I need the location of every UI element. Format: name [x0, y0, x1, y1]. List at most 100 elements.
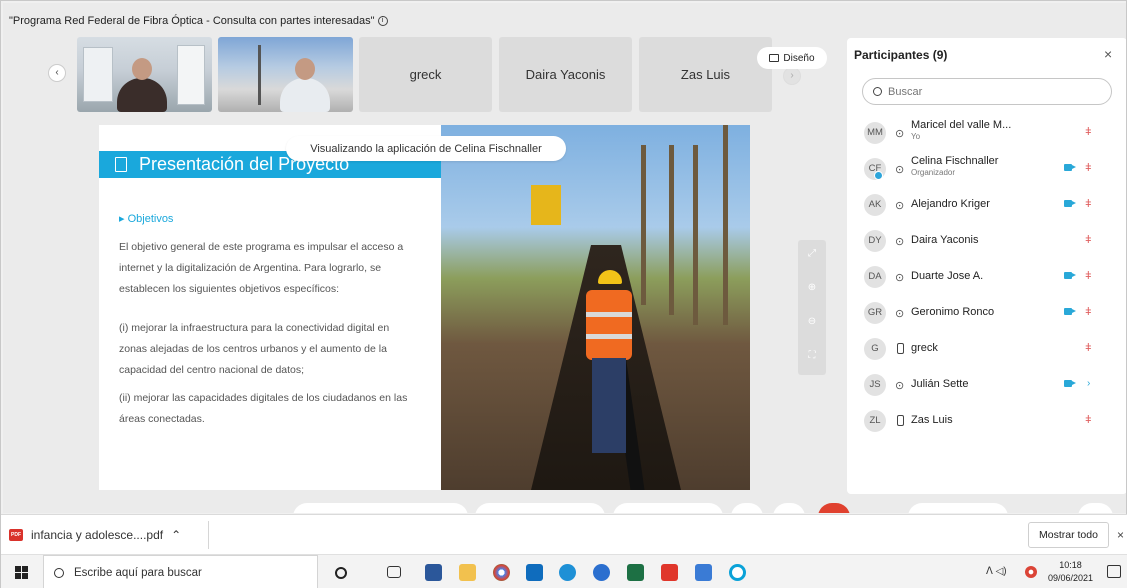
document-icon — [115, 157, 127, 172]
shared-slide: Presentación del Proyecto ▸ Objetivos El… — [99, 125, 750, 490]
show-all-button[interactable]: Mostrar todo — [1028, 522, 1109, 548]
muted-mic-icon[interactable]: ǂ — [1085, 162, 1091, 174]
headset-icon: ⊙ — [895, 272, 905, 284]
participant-row[interactable]: GR ⊙ Geronimo Ronco ǂ — [861, 298, 1111, 328]
participant-row[interactable]: ZL Zas Luis ǂ — [861, 406, 1111, 436]
notification-icon[interactable] — [1107, 565, 1121, 578]
toolbar-more-button[interactable] — [908, 503, 1008, 513]
chevron-up-icon[interactable]: ⌃ — [171, 528, 181, 542]
toolbar-participants-button[interactable] — [731, 503, 763, 513]
headset-icon: ⊙ — [895, 308, 905, 320]
toolbar-share-button[interactable] — [613, 503, 723, 513]
word-icon[interactable] — [425, 564, 442, 581]
muted-mic-icon[interactable]: ǂ — [1085, 198, 1091, 210]
chrome-tray-icon[interactable] — [1025, 566, 1037, 578]
tile-name: Zas Luis — [680, 67, 731, 82]
participant-row[interactable]: CF ⊙ Celina Fischnaller Organizador ǂ — [861, 154, 1111, 184]
participant-search[interactable] — [862, 78, 1112, 105]
headset-icon: ⊙ — [895, 200, 905, 212]
muted-mic-icon[interactable]: ǂ — [1085, 342, 1091, 354]
participant-name: Alejandro Kriger — [911, 198, 990, 210]
taskbar-search[interactable]: Escribe aquí para buscar — [43, 555, 318, 588]
participant-row[interactable]: G greck ǂ — [861, 334, 1111, 364]
mic-on-icon[interactable]: › — [1087, 378, 1090, 389]
muted-mic-icon[interactable]: ǂ — [1085, 414, 1091, 426]
participant-name: Geronimo Ronco — [911, 306, 995, 318]
camera-icon[interactable] — [1064, 272, 1076, 279]
camera-icon[interactable] — [1064, 308, 1076, 315]
edge-icon[interactable] — [559, 564, 576, 581]
participant-role: Organizador — [911, 168, 956, 177]
participant-row[interactable]: DA ⊙ Duarte Jose A. ǂ — [861, 262, 1111, 292]
close-download-bar-button[interactable]: × — [1117, 528, 1124, 542]
participant-row[interactable]: JS ⊙ Julián Sette › — [861, 370, 1111, 400]
phone-icon — [897, 343, 904, 354]
clock[interactable]: 10:18 09/06/2021 — [1048, 559, 1093, 585]
muted-mic-icon[interactable]: ǂ — [1085, 270, 1091, 282]
slide-paragraph: (ii) mejorar las capacidades digitales d… — [119, 392, 408, 425]
chrome-icon[interactable] — [493, 564, 510, 581]
layout-button[interactable]: Diseño — [757, 47, 827, 69]
cortana-icon[interactable] — [335, 567, 347, 579]
webex-icon[interactable] — [729, 564, 746, 581]
participants-panel: Participantes (9) × MM ⊙ Maricel del val… — [847, 38, 1126, 494]
video-tile-1[interactable] — [77, 37, 212, 112]
toolbar-mute-button[interactable] — [293, 503, 468, 513]
zoom-out-icon[interactable]: ⊖ — [805, 316, 819, 330]
avatar: AK — [864, 194, 886, 216]
previous-video-button[interactable]: ‹ — [48, 64, 66, 82]
camera-icon[interactable] — [1064, 164, 1076, 171]
name-tile-daira[interactable]: Daira Yaconis — [499, 37, 632, 112]
sharing-banner: Visualizando la aplicación de Celina Fis… — [286, 136, 566, 161]
acrobat-icon[interactable] — [661, 564, 678, 581]
participant-row[interactable]: MM ⊙ Maricel del valle M... Yo ǂ — [861, 118, 1111, 148]
layout-label: Diseño — [783, 52, 815, 64]
next-video-button[interactable]: › — [783, 67, 801, 85]
participant-video — [117, 58, 167, 112]
task-view-icon[interactable] — [387, 566, 401, 578]
slide-subtitle: ▸ Objetivos — [119, 213, 174, 225]
zoom-in-icon[interactable]: ⊕ — [805, 282, 819, 296]
download-item[interactable]: PDF infancia y adolesce....pdf ⌃ — [9, 523, 181, 547]
tile-name: greck — [409, 67, 442, 82]
screen: "Programa Red Federal de Fibra Óptica - … — [0, 0, 1127, 588]
muted-mic-icon[interactable]: ǂ — [1085, 126, 1091, 138]
excel-icon[interactable] — [627, 564, 644, 581]
participant-row[interactable]: AK ⊙ Alejandro Kriger ǂ — [861, 190, 1111, 220]
participant-name: Julián Sette — [911, 378, 969, 390]
fit-icon[interactable]: ⛶ — [805, 350, 819, 364]
fence-post — [669, 145, 674, 315]
worker — [586, 270, 632, 470]
avatar: DY — [864, 230, 886, 252]
sharing-indicator-icon — [874, 171, 883, 180]
photos-icon[interactable] — [695, 564, 712, 581]
download-file-name: infancia y adolesce....pdf — [31, 528, 164, 542]
video-tile-2[interactable] — [218, 37, 353, 112]
camera-icon[interactable] — [1064, 200, 1076, 207]
toolbar-extra-button[interactable] — [1078, 503, 1113, 513]
search-input[interactable] — [888, 85, 1088, 98]
camera-icon[interactable] — [1064, 380, 1076, 387]
windows-start-icon[interactable] — [15, 566, 29, 580]
app-icon[interactable] — [593, 564, 610, 581]
toolbar-video-button[interactable] — [475, 503, 605, 513]
file-explorer-icon[interactable] — [459, 564, 476, 581]
mail-icon[interactable] — [526, 564, 543, 581]
participant-row[interactable]: DY ⊙ Daira Yaconis ǂ — [861, 226, 1111, 256]
fullscreen-icon[interactable]: ⤢ — [805, 248, 819, 262]
leave-meeting-button[interactable] — [818, 503, 850, 513]
taskbar: Escribe aquí para buscar ᐱ ◁) 10:18 09/0… — [1, 554, 1127, 588]
muted-mic-icon[interactable]: ǂ — [1085, 234, 1091, 246]
name-tile-greck[interactable]: greck — [359, 37, 492, 112]
muted-mic-icon[interactable]: ǂ — [1085, 306, 1091, 318]
headset-icon: ⊙ — [895, 164, 905, 176]
name-tile-zas[interactable]: Zas Luis — [639, 37, 772, 112]
info-icon[interactable]: i — [377, 16, 388, 27]
toolbar-chat-button[interactable] — [773, 503, 805, 513]
tile-name: Daira Yaconis — [525, 67, 606, 82]
participant-video — [280, 58, 330, 112]
close-panel-button[interactable]: × — [1104, 46, 1112, 62]
volume-icon[interactable]: ᐱ ◁) — [986, 566, 1007, 577]
participant-name: Daira Yaconis — [911, 234, 979, 246]
video-background — [258, 45, 261, 105]
